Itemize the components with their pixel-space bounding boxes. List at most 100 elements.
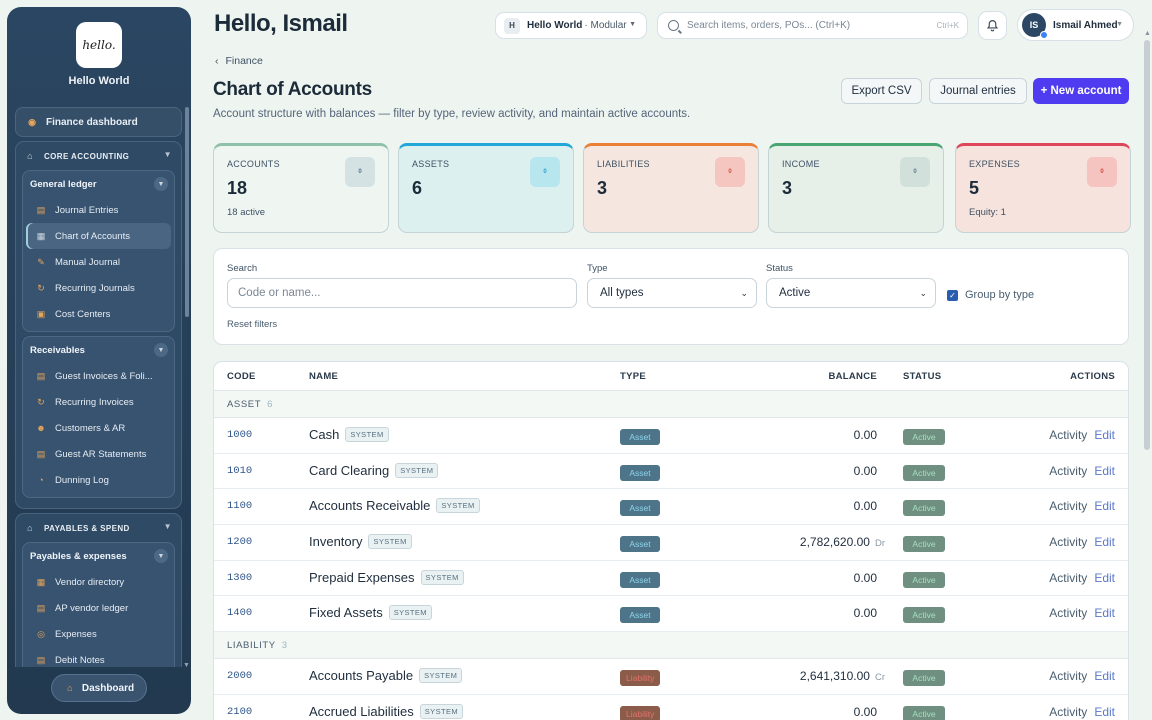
col-code[interactable]: CODE <box>227 371 256 382</box>
table-row[interactable]: 1000 Cash SYSTEM Asset 0.00 Active Activi… <box>214 418 1128 454</box>
assets-icon: 0 <box>530 157 560 187</box>
group-by-type-label: Group by type <box>965 289 1035 301</box>
status-badge: Active <box>903 429 945 445</box>
col-type[interactable]: TYPE <box>620 371 646 382</box>
sidebar-item-vendor-directory[interactable]: ▦ Vendor directory <box>26 569 171 595</box>
page-title: Chart of Accounts <box>213 79 372 100</box>
row-actions: Activity Edit <box>1049 464 1115 478</box>
workspace-sub: · Modular <box>584 20 627 31</box>
user-menu[interactable]: IS Ismail Ahmed ▼ <box>1017 9 1134 41</box>
card-expenses[interactable]: EXPENSES 5 Equity: 1 0 <box>955 143 1131 233</box>
group-general-ledger: General ledger ▼ ▤ Journal Entries ▦ Chart… <box>22 170 175 332</box>
row-actions: Activity Edit <box>1049 499 1115 513</box>
sidebar-item-finance-dashboard[interactable]: ◉ Finance dashboard <box>15 107 182 137</box>
sidebar-item-guest-ar-statements[interactable]: ▤ Guest AR Statements <box>26 441 171 467</box>
sidebar-scrollbar-thumb[interactable] <box>185 107 189 317</box>
global-search-input[interactable] <box>687 20 917 31</box>
chevron-down-icon: ▼ <box>629 21 636 28</box>
group-by-type-toggle[interactable]: ✓ Group by type <box>947 289 1034 301</box>
balance-cell: 0.00 <box>854 606 877 620</box>
section-header-payables-spend[interactable]: ⌂ PAYABLES & SPEND ▼ <box>16 514 181 542</box>
sidebar-item-recurring-journals[interactable]: ↻ Recurring Journals <box>26 275 171 301</box>
checkbox-checked-icon[interactable]: ✓ <box>947 289 958 301</box>
card-accounts[interactable]: ACCOUNTS 18 18 active 0 <box>213 143 389 233</box>
system-badge: SYSTEM <box>345 427 389 442</box>
edit-link[interactable]: Edit <box>1094 669 1115 683</box>
breadcrumb-finance[interactable]: Finance <box>226 55 263 67</box>
sidebar-item-cost-centers[interactable]: ▣ Cost Centers <box>26 301 171 327</box>
table-row[interactable]: 1200 Inventory SYSTEM Asset 2,782,620.00 D… <box>214 525 1128 561</box>
section-header-core-accounting[interactable]: ⌂ CORE ACCOUNTING ▼ <box>16 142 181 170</box>
workspace-selector[interactable]: H Hello World · Modular ▼ <box>495 12 647 39</box>
sidebar-scrollbar[interactable] <box>185 107 189 667</box>
activity-link[interactable]: Activity <box>1049 571 1087 585</box>
sidebar-item-customers-ar[interactable]: ☻ Customers & AR <box>26 415 171 441</box>
table-row[interactable]: 2100 Accrued Liabilities SYSTEM Liability… <box>214 695 1128 720</box>
table-row[interactable]: 1100 Accounts Receivable SYSTEM Asset 0.0… <box>214 489 1128 526</box>
sidebar-item-label: Finance dashboard <box>46 116 138 128</box>
activity-link[interactable]: Activity <box>1049 669 1087 683</box>
sidebar-item-chart-of-accounts[interactable]: ▦ Chart of Accounts <box>26 223 171 249</box>
sidebar-item-ap-vendor-ledger[interactable]: ▤ AP vendor ledger <box>26 595 171 621</box>
group-receivables: Receivables ▼ ▤ Guest Invoices & Foli... … <box>22 336 175 498</box>
activity-link[interactable]: Activity <box>1049 464 1087 478</box>
system-badge: SYSTEM <box>420 569 464 585</box>
account-search-input[interactable] <box>227 278 577 308</box>
table-row[interactable]: 1010 Card Clearing SYSTEM Asset 0.00 Acti… <box>214 454 1128 490</box>
breadcrumb[interactable]: ‹ Finance <box>215 55 263 67</box>
edit-link[interactable]: Edit <box>1094 571 1115 585</box>
notifications-button[interactable] <box>978 11 1007 40</box>
group-header-payables-expenses[interactable]: Payables & expenses ▼ <box>23 543 174 569</box>
group-count: 6 <box>267 399 274 410</box>
journal-entries-button[interactable]: Journal entries <box>929 78 1027 104</box>
reset-filters-link[interactable]: Reset filters <box>227 319 277 330</box>
edit-link[interactable]: Edit <box>1094 535 1115 549</box>
edit-link[interactable]: Edit <box>1094 705 1115 719</box>
type-select[interactable]: All types ⌄ <box>587 278 757 308</box>
table-row[interactable]: 1400 Fixed Assets SYSTEM Asset 0.00 Activ… <box>214 596 1128 633</box>
status-badge: Active <box>903 705 945 720</box>
book-icon: ▤ <box>36 204 46 215</box>
activity-link[interactable]: Activity <box>1049 606 1087 620</box>
card-assets[interactable]: ASSETS 6 0 <box>398 143 574 233</box>
export-csv-button[interactable]: Export CSV <box>841 78 922 104</box>
chevron-down-icon: ▼ <box>1116 21 1123 28</box>
activity-link[interactable]: Activity <box>1049 428 1087 442</box>
edit-link[interactable]: Edit <box>1094 428 1115 442</box>
sidebar-item-guest-invoices[interactable]: ▤ Guest Invoices & Foli... <box>26 363 171 389</box>
status-select[interactable]: Active ⌄ <box>766 278 936 308</box>
sidebar-item-recurring-invoices[interactable]: ↻ Recurring Invoices <box>26 389 171 415</box>
scroll-up-arrow-icon[interactable]: ▲ <box>1144 30 1151 37</box>
users-icon: ☻ <box>36 423 46 433</box>
sidebar-item-debit-notes[interactable]: ▤ Debit Notes <box>26 647 171 667</box>
sidebar-item-manual-journal[interactable]: ✎ Manual Journal <box>26 249 171 275</box>
card-liabilities[interactable]: LIABILITIES 3 0 <box>583 143 759 233</box>
sidebar-item-journal-entries[interactable]: ▤ Journal Entries <box>26 197 171 223</box>
scroll-down-arrow-icon[interactable]: ▼ <box>183 662 190 669</box>
global-search[interactable]: Ctrl+K <box>657 12 968 39</box>
group-header-general-ledger[interactable]: General ledger ▼ <box>23 171 174 197</box>
activity-link[interactable]: Activity <box>1049 499 1087 513</box>
edit-link[interactable]: Edit <box>1094 464 1115 478</box>
row-actions: Activity Edit <box>1049 606 1115 620</box>
col-status[interactable]: STATUS <box>903 371 941 382</box>
edit-link[interactable]: Edit <box>1094 606 1115 620</box>
sidebar-item-dunning-log[interactable]: ◔ Dunning Log <box>26 467 171 493</box>
account-name: Fixed Assets <box>309 605 383 621</box>
page-scrollbar-thumb[interactable] <box>1144 40 1150 450</box>
activity-link[interactable]: Activity <box>1049 535 1087 549</box>
new-account-button[interactable]: + New account <box>1033 78 1129 104</box>
col-balance[interactable]: BALANCE <box>828 371 877 382</box>
card-income[interactable]: INCOME 3 0 <box>768 143 944 233</box>
activity-link[interactable]: Activity <box>1049 705 1087 719</box>
group-title: Payables & expenses <box>30 550 127 562</box>
sidebar-item-label: Recurring Journals <box>55 282 135 294</box>
table-row[interactable]: 1300 Prepaid Expenses SYSTEM Asset 0.00 A… <box>214 561 1128 597</box>
col-name[interactable]: NAME <box>309 371 338 382</box>
sidebar-item-expenses[interactable]: ◎ Expenses <box>26 621 171 647</box>
table-row[interactable]: 2000 Accounts Payable SYSTEM Liability 2,… <box>214 659 1128 695</box>
group-header-receivables[interactable]: Receivables ▼ <box>23 337 174 363</box>
brand-logo[interactable]: hello. <box>76 22 122 68</box>
edit-link[interactable]: Edit <box>1094 499 1115 513</box>
dashboard-button[interactable]: ⌂ Dashboard <box>51 674 147 702</box>
